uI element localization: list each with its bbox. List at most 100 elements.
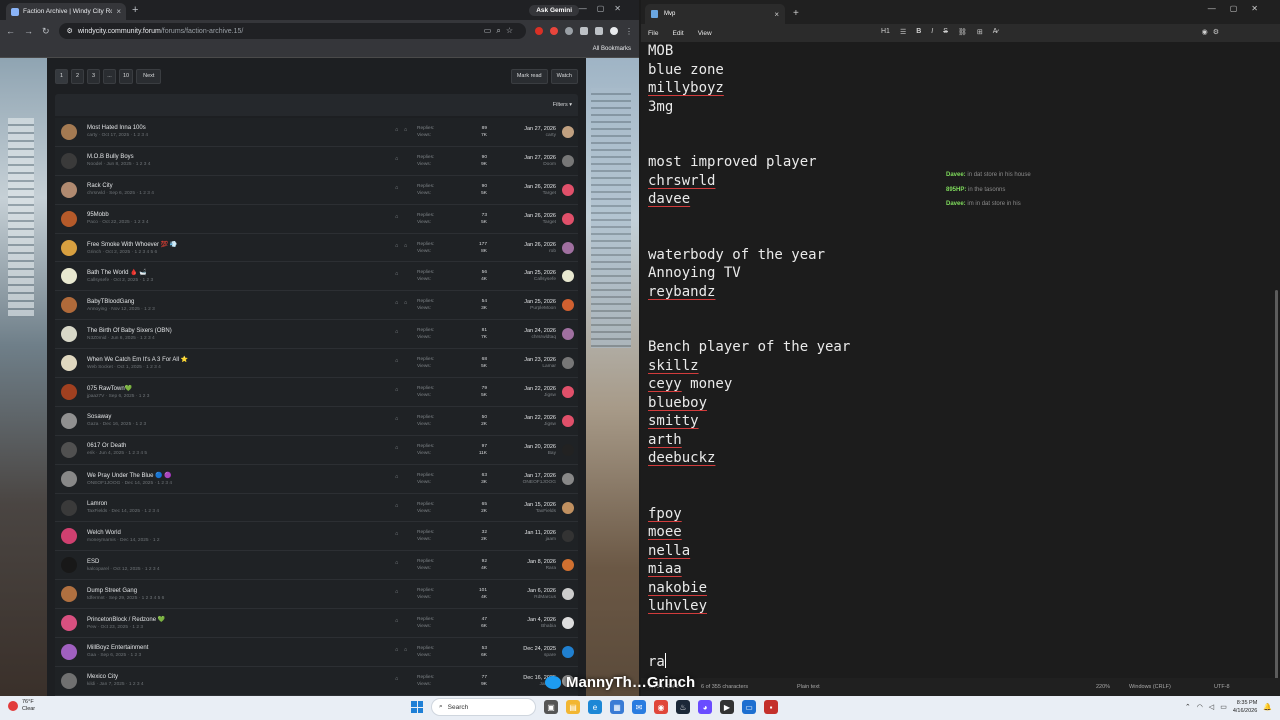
address-bar[interactable]: ⚙ windycity.community.forum/forums/facti…: [58, 23, 526, 39]
thread-author-avatar[interactable]: [61, 643, 77, 660]
thread-title[interactable]: M.O.B Bully Boys: [87, 154, 397, 160]
thread-row[interactable]: M.O.B Bully Boys Noodel · Jun 8, 2025 · 1…: [55, 146, 578, 176]
italic-icon[interactable]: I: [931, 28, 933, 36]
thread-author-avatar[interactable]: [61, 210, 77, 227]
thread-row[interactable]: 95Mobb Paco · Oct 22, 2025 · 1 2 3 4 ⌂ Repl…: [55, 204, 578, 234]
last-post-date[interactable]: Jan 15, 2026: [524, 502, 556, 508]
volume-icon[interactable]: ◁: [1209, 703, 1214, 711]
thread-title[interactable]: Free Smoke With Whoever 💯 💨: [87, 241, 397, 248]
close-tab-icon[interactable]: ×: [774, 10, 779, 19]
thread-title[interactable]: PrincetonBlock / Redzone 💚: [87, 616, 397, 623]
thread-title[interactable]: Welch World: [87, 530, 397, 536]
profile-avatar[interactable]: [610, 27, 618, 35]
thread-author-avatar[interactable]: [61, 326, 77, 343]
thread-title[interactable]: 0617 Or Death: [87, 443, 397, 449]
browser-tab[interactable]: Faction Archive | Windy City Ro ×: [6, 3, 126, 20]
forward-icon[interactable]: →: [24, 26, 33, 36]
last-poster-avatar[interactable]: [562, 241, 574, 254]
last-poster-avatar[interactable]: [562, 646, 574, 659]
clear-format-icon[interactable]: A̷: [993, 28, 998, 36]
page-link[interactable]: 1: [55, 68, 68, 84]
thread-author-avatar[interactable]: [61, 412, 77, 429]
thread-row[interactable]: Welch World moneymarnis · Dec 14, 2025 · …: [55, 522, 578, 552]
thread-title[interactable]: We Pray Under The Blue 🔵 🟣: [87, 472, 397, 479]
thread-row[interactable]: When We Catch Em It's A 3 For All ⭐ Web S…: [55, 349, 578, 379]
last-poster-avatar[interactable]: [562, 299, 574, 312]
start-windows-icon[interactable]: [411, 701, 423, 713]
last-post-date[interactable]: Jan 8, 2026: [527, 559, 556, 565]
text-editor[interactable]: MOB blue zone millyboyz 3mg most improved pl…: [641, 42, 1273, 678]
reload-icon[interactable]: ↻: [42, 26, 50, 37]
thread-row[interactable]: Most Hated Inna 100s carty · Oct 17, 2025…: [55, 118, 578, 147]
thread-row[interactable]: 075 RawTown💚 jpaaz7V · Sep 6, 2025 · 1 2 …: [55, 378, 578, 407]
last-poster-avatar[interactable]: [562, 588, 574, 601]
thread-author-avatar[interactable]: [61, 297, 77, 314]
table-icon[interactable]: ⊞: [977, 28, 983, 36]
all-bookmarks[interactable]: All Bookmarks: [593, 46, 631, 52]
file-explorer-icon[interactable]: ▤: [566, 700, 580, 714]
last-post-date[interactable]: Dec 24, 2025: [523, 646, 556, 652]
app-icon[interactable]: ▪: [764, 700, 778, 714]
menu-file[interactable]: File: [648, 30, 658, 37]
next-page-button[interactable]: Next: [136, 68, 162, 84]
thread-row[interactable]: ESD kalcoparel · Oct 12, 2025 · 1 2 3 4 ⌂ R…: [55, 551, 578, 581]
last-poster-avatar[interactable]: [562, 559, 574, 572]
last-poster[interactable]: Jigsw: [524, 393, 556, 398]
last-poster-avatar[interactable]: [562, 154, 574, 167]
last-poster[interactable]: Callsysefe: [524, 277, 556, 282]
thread-author-avatar[interactable]: [61, 383, 77, 400]
clock[interactable]: 8:35 PM 4/16/2026: [1233, 699, 1257, 715]
filters-button[interactable]: Filters ▾: [553, 102, 572, 108]
last-post-date[interactable]: Jan 25, 2026: [524, 299, 556, 305]
last-poster[interactable]: Lamar: [524, 364, 556, 369]
last-poster[interactable]: carty: [524, 133, 556, 138]
tray-chevron-icon[interactable]: ⌃: [1185, 703, 1191, 711]
thread-row[interactable]: MillBoyz Entertainment Gaa · Sep 6, 2025 …: [55, 638, 578, 667]
page-link[interactable]: 3: [87, 68, 100, 84]
last-poster-avatar[interactable]: [562, 414, 574, 427]
thread-row[interactable]: Mexico City kildi · Jan 7, 2025 · 1 2 3 4…: [55, 666, 578, 696]
last-post-date[interactable]: Jan 22, 2026: [524, 386, 556, 392]
list-icon[interactable]: ☰: [900, 28, 906, 36]
thread-title[interactable]: Bath The World 🩸 🛁: [87, 269, 397, 276]
last-post-date[interactable]: Jan 23, 2026: [524, 357, 556, 363]
thread-author-avatar[interactable]: [61, 470, 77, 487]
menu-dots-icon[interactable]: ⋮: [625, 27, 633, 36]
link-icon[interactable]: ⛓: [958, 28, 967, 36]
thread-title[interactable]: BabyTBloodGang: [87, 299, 397, 305]
thread-row[interactable]: Free Smoke With Whoever 💯 💨 Grinch · Oct …: [55, 233, 578, 263]
extension-icon[interactable]: [550, 27, 558, 35]
discord-icon[interactable]: ◕: [698, 700, 712, 714]
last-poster-avatar[interactable]: [562, 501, 574, 514]
thread-title[interactable]: The Birth Of Baby Sixers (OBN): [87, 328, 397, 334]
thread-author-avatar[interactable]: [61, 355, 77, 372]
last-post-date[interactable]: Jan 17, 2026: [523, 473, 556, 479]
thread-row[interactable]: Lamron TaxFields · Dec 14, 2025 · 1 2 3 4…: [55, 493, 578, 523]
bold-icon[interactable]: B: [916, 28, 921, 36]
thread-row[interactable]: 0617 Or Death erik · Jun 4, 2025 · 1 2 3 …: [55, 435, 578, 465]
page-ellipsis[interactable]: ...: [103, 68, 116, 84]
steam-icon[interactable]: ♨: [676, 700, 690, 714]
task-view-icon[interactable]: ▣: [544, 700, 558, 714]
last-poster-avatar[interactable]: [562, 183, 574, 196]
mark-read-button[interactable]: Mark read: [510, 68, 548, 84]
last-poster-avatar[interactable]: [562, 472, 574, 485]
last-poster[interactable]: rob: [524, 249, 556, 254]
thread-author-avatar[interactable]: [61, 152, 77, 169]
thread-title[interactable]: Mexico City: [87, 674, 397, 680]
last-poster-avatar[interactable]: [562, 328, 574, 341]
last-poster[interactable]: PurpleMoon: [524, 306, 556, 311]
thread-author-avatar[interactable]: [61, 615, 77, 632]
thread-title[interactable]: Rack City: [87, 183, 397, 189]
battery-icon[interactable]: ▭: [1220, 703, 1227, 711]
last-poster-avatar[interactable]: [562, 617, 574, 630]
last-poster[interactable]: chrsrwldtaq: [524, 335, 556, 340]
last-poster[interactable]: Doom: [524, 162, 556, 167]
last-poster-avatar[interactable]: [562, 443, 574, 456]
last-poster-avatar[interactable]: [562, 386, 574, 399]
zoom-level[interactable]: 220%: [1096, 684, 1110, 690]
last-poster-avatar[interactable]: [562, 126, 574, 138]
address-bar-actions[interactable]: ▭⌕☆: [484, 26, 518, 36]
last-poster[interactable]: jaam: [525, 537, 556, 542]
extension-icon[interactable]: [565, 27, 573, 35]
